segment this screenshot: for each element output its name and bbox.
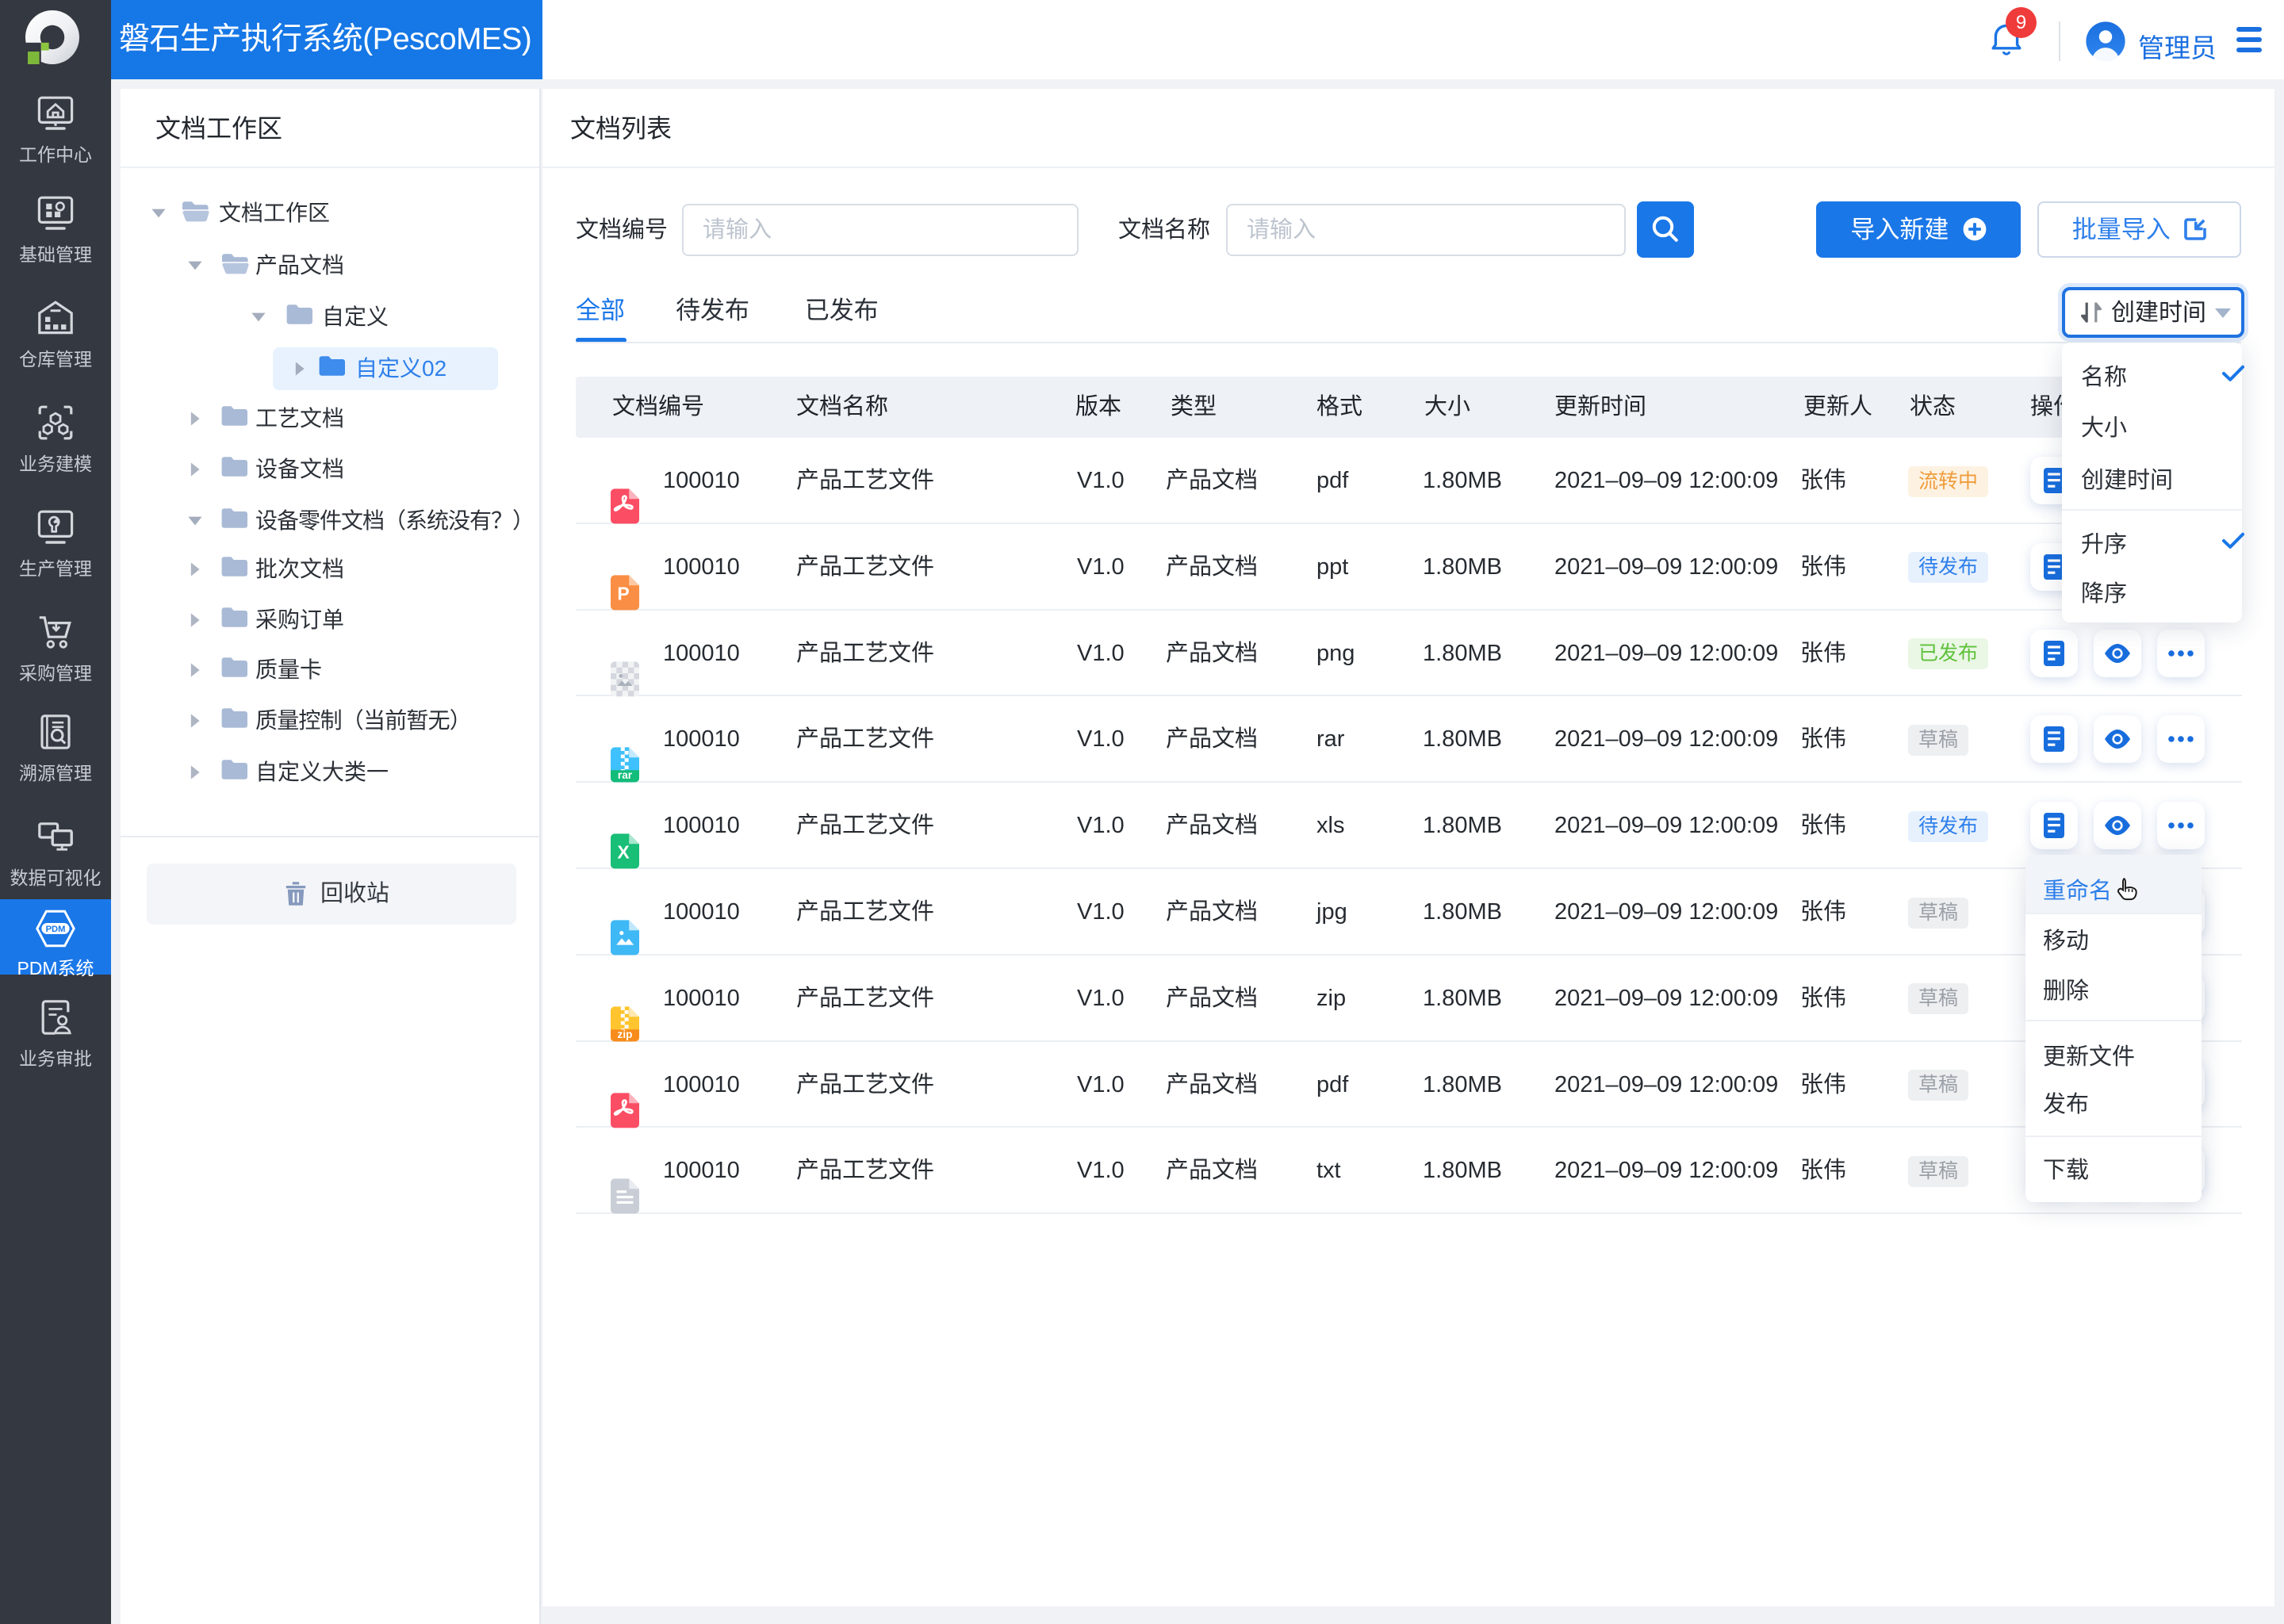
svg-text:rar: rar <box>618 770 633 782</box>
svg-text:zip: zip <box>617 1028 632 1040</box>
svg-text:PDM: PDM <box>46 925 66 934</box>
svg-text:X: X <box>617 842 630 863</box>
svg-text:P: P <box>617 583 629 603</box>
